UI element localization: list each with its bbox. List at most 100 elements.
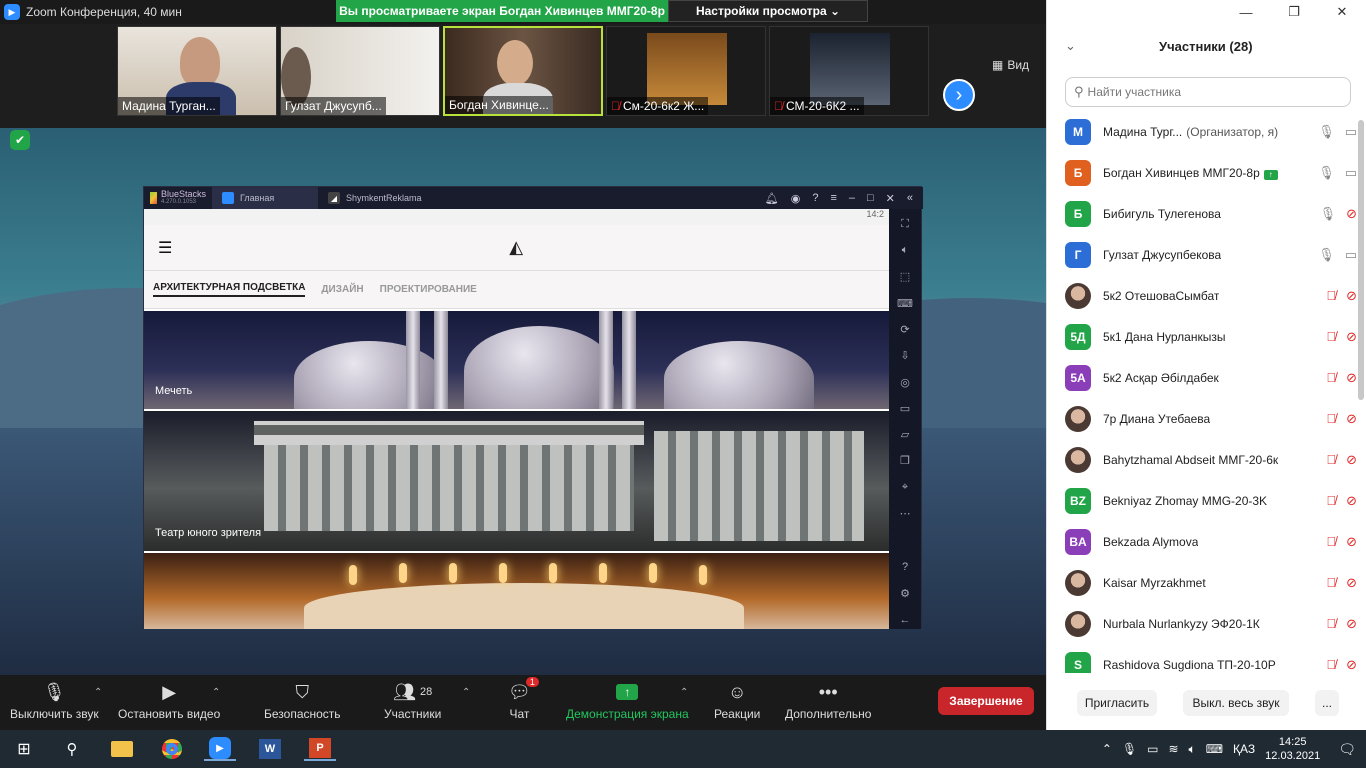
invite-button[interactable]: Пригласить xyxy=(1077,690,1157,716)
mic-on-icon[interactable]: 🎙︎ xyxy=(1318,165,1335,181)
participant-row[interactable]: S Rashidova Sugdiona ТП-20-10Р 🎙̸ ⊘ xyxy=(1047,644,1359,673)
account-icon[interactable]: ◉ xyxy=(791,192,801,205)
tray-network-icon[interactable]: ▭ xyxy=(1147,742,1158,756)
participant-row[interactable]: Г Гулзат Джусупбекова 🎙︎ ▭ xyxy=(1047,234,1359,275)
mute-button[interactable]: 🎙︎ Выключить звук xyxy=(10,681,99,722)
pointer-icon[interactable]: ⬚ xyxy=(896,268,914,286)
next-page-button[interactable]: › xyxy=(943,79,975,111)
mic-on-icon[interactable]: 🎙︎ xyxy=(1318,247,1335,263)
mic-on-icon[interactable]: 🎙︎ xyxy=(1320,206,1337,222)
tray-mic-icon[interactable]: 🎙︎ xyxy=(1122,742,1137,756)
mic-off-icon[interactable]: 🎙̸ xyxy=(1326,411,1336,427)
video-thumb-5[interactable]: 🎙̸ СМ-20-6К2 ... xyxy=(769,26,929,116)
participant-row[interactable]: 5А 5к2 Асқар Әбілдабек 🎙̸ ⊘ xyxy=(1047,357,1359,398)
camera-off-icon[interactable]: ⊘ xyxy=(1346,534,1357,550)
clock[interactable]: 14:25 12.03.2021 xyxy=(1265,735,1320,763)
tray-volume-icon[interactable]: 🔈︎ xyxy=(1189,742,1196,757)
video-thumb-4[interactable]: 🎙̸ См-20-6к2 Ж... xyxy=(606,26,766,116)
camera-off-icon[interactable]: ⊘ xyxy=(1346,657,1357,673)
mic-off-icon[interactable]: 🎙̸ xyxy=(1326,288,1336,304)
camera-off-icon[interactable]: ⊘ xyxy=(1346,370,1357,386)
participants-options-chevron-icon[interactable]: ⌃ xyxy=(462,687,470,698)
camera-off-icon[interactable]: ⊘ xyxy=(1346,575,1357,591)
collapse-icon[interactable]: « xyxy=(907,192,913,205)
end-meeting-button[interactable]: Завершение xyxy=(938,687,1034,715)
notifications-icon[interactable]: 🗨︎ xyxy=(1338,741,1356,758)
help-icon[interactable]: ? xyxy=(812,192,818,205)
hamburger-menu-icon[interactable]: ☰ xyxy=(158,238,172,258)
more-icon[interactable]: ⋯ xyxy=(896,504,914,522)
minimize-icon[interactable]: – xyxy=(849,192,855,205)
reactions-button[interactable]: ☺ Реакции xyxy=(714,681,760,722)
file-explorer-icon[interactable] xyxy=(108,737,136,761)
bluestacks-tab-home[interactable]: Главная xyxy=(212,187,318,209)
participant-row[interactable]: BZ Bekniyaz Zhomay MMG-20-3K 🎙̸ ⊘ xyxy=(1047,480,1359,521)
participant-row[interactable]: 7р Диана Утебаева 🎙̸ ⊘ xyxy=(1047,398,1359,439)
keyboard-icon[interactable]: ⌨ xyxy=(896,294,914,312)
participant-row[interactable]: Bahytzhamal Abdseit ММГ-20-6к 🎙̸ ⊘ xyxy=(1047,439,1359,480)
participant-row[interactable]: 5к2 ОтешоваСымбат 🎙̸ ⊘ xyxy=(1047,275,1359,316)
audio-options-chevron-icon[interactable]: ⌃ xyxy=(94,687,102,698)
tab-lighting[interactable]: АРХИТЕКТУРНАЯ ПОДСВЕТКА xyxy=(153,282,306,297)
mic-off-icon[interactable]: 🎙̸ xyxy=(1326,575,1336,591)
video-thumb-3[interactable]: Богдан Хивинце... xyxy=(443,26,603,116)
close-icon[interactable]: ✕ xyxy=(1318,0,1366,24)
mute-all-button[interactable]: Выкл. весь звук xyxy=(1183,690,1289,716)
maximize-icon[interactable]: □ xyxy=(867,192,874,205)
tab-design[interactable]: ДИЗАЙН xyxy=(321,284,363,295)
mic-off-icon[interactable]: 🎙̸ xyxy=(1326,493,1336,509)
multi-instance-icon[interactable]: ❐ xyxy=(896,452,914,470)
chrome-icon[interactable] xyxy=(158,737,186,761)
chat-button[interactable]: 💬︎ 1 Чат xyxy=(508,677,539,721)
camera-off-icon[interactable]: ⊘ xyxy=(1346,206,1357,222)
participant-row[interactable]: Kaisar Myrzakhmet 🎙̸ ⊘ xyxy=(1047,562,1359,603)
volume-icon[interactable]: 🔈︎ xyxy=(896,241,914,259)
security-button[interactable]: ⛉ Безопасность xyxy=(264,681,341,722)
record-icon[interactable]: ▭ xyxy=(896,399,914,417)
participant-row[interactable]: Б Бибигуль Тулегенова 🎙︎ ⊘ xyxy=(1047,193,1359,234)
minimize-icon[interactable]: — xyxy=(1222,0,1270,24)
tray-keyboard-icon[interactable]: ⌨ xyxy=(1206,742,1223,756)
camera-off-icon[interactable]: ⊘ xyxy=(1346,616,1357,632)
camera-off-icon[interactable]: ⊘ xyxy=(1346,288,1357,304)
word-icon[interactable]: W xyxy=(256,737,284,761)
video-thumb-2[interactable]: Гулзат Джусупб... xyxy=(280,26,440,116)
view-button[interactable]: ▦ Вид xyxy=(992,58,1029,72)
tab-projecting[interactable]: ПРОЕКТИРОВАНИЕ xyxy=(380,284,477,295)
screenshot-icon[interactable]: ◎ xyxy=(896,373,914,391)
tray-wifi-icon[interactable]: ≋ xyxy=(1168,742,1178,756)
video-options-chevron-icon[interactable]: ⌃ xyxy=(212,687,220,698)
participant-row[interactable]: BA Bekzada Alymova 🎙̸ ⊘ xyxy=(1047,521,1359,562)
participant-search-input[interactable]: ⚲ Найти участника xyxy=(1065,77,1351,107)
settings-icon[interactable]: ⚙ xyxy=(896,584,914,602)
participant-row[interactable]: М Мадина Тург... (Организатор, я) 🎙︎ ▭ xyxy=(1047,111,1359,152)
mic-off-icon[interactable]: 🎙̸ xyxy=(1326,534,1336,550)
scrollbar[interactable] xyxy=(1358,120,1364,400)
location-icon[interactable]: ⌖ xyxy=(896,478,914,496)
mic-off-icon[interactable]: 🎙̸ xyxy=(1326,329,1336,345)
zoom-app-icon[interactable]: ▶ xyxy=(204,737,236,761)
mic-off-icon[interactable]: 🎙̸ xyxy=(1326,657,1336,673)
mic-off-icon[interactable]: 🎙̸ xyxy=(1326,616,1336,632)
more-button[interactable]: ••• Дополнительно xyxy=(785,681,871,722)
bluestacks-tab-app[interactable]: ◢ ShymkentReklama xyxy=(318,187,432,209)
share-screen-button[interactable]: ↑ Демонстрация экрана xyxy=(566,681,689,721)
search-icon[interactable]: ⚲ xyxy=(60,737,84,761)
card-third[interactable] xyxy=(144,553,890,629)
tray-chevron-icon[interactable]: ⌃ xyxy=(1102,742,1112,756)
view-settings-button[interactable]: Настройки просмотра ⌄ xyxy=(668,0,868,22)
participant-row[interactable]: 5Д 5к1 Дана Нурланкызы 🎙̸ ⊘ xyxy=(1047,316,1359,357)
mic-off-icon[interactable]: 🎙̸ xyxy=(1326,452,1336,468)
menu-icon[interactable]: ≡ xyxy=(830,192,836,205)
help-icon[interactable]: ? xyxy=(896,558,914,576)
camera-on-icon[interactable]: ▭ xyxy=(1345,165,1357,181)
participant-row[interactable]: Nurbala Nurlankyzy ЭФ20-1К 🎙̸ ⊘ xyxy=(1047,603,1359,644)
chevron-down-icon[interactable]: ⌄ xyxy=(1065,38,1076,54)
install-apk-icon[interactable]: ⇩ xyxy=(896,347,914,365)
back-icon[interactable]: ← xyxy=(896,611,914,629)
windows-start-icon[interactable]: ⊞ xyxy=(12,737,36,761)
bell-icon[interactable]: 🔔︎ xyxy=(765,192,779,205)
camera-off-icon[interactable]: ⊘ xyxy=(1346,452,1357,468)
mic-on-icon[interactable]: 🎙︎ xyxy=(1318,124,1335,140)
mic-off-icon[interactable]: 🎙̸ xyxy=(1326,370,1336,386)
